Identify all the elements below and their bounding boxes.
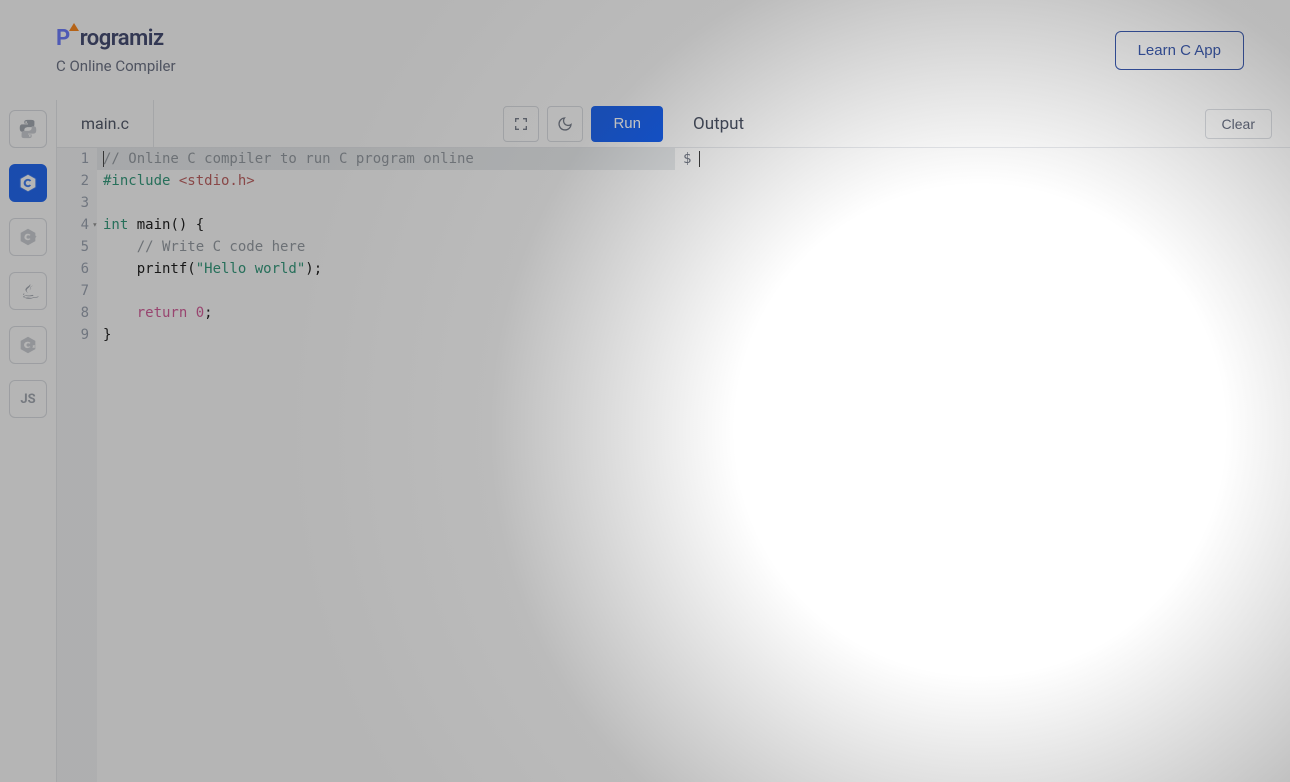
output-panel: Output Clear $: [675, 100, 1290, 782]
line-number: 2: [57, 170, 89, 192]
run-button[interactable]: Run: [591, 106, 663, 142]
line-number: 9: [57, 324, 89, 346]
code-line[interactable]: [103, 280, 675, 302]
line-number: 3: [57, 192, 89, 214]
line-number: 7: [57, 280, 89, 302]
output-cursor: [699, 151, 700, 167]
subtitle: C Online Compiler: [56, 57, 176, 75]
brand-block: Programiz C Online Compiler: [56, 26, 176, 75]
line-number: 1: [57, 148, 89, 170]
output-header: Output Clear: [675, 100, 1290, 148]
code-line[interactable]: printf("Hello world");: [103, 258, 675, 280]
editor-header: main.c Run: [57, 100, 675, 148]
line-number: 8: [57, 302, 89, 324]
language-sidebar: JS: [0, 100, 56, 782]
code-line[interactable]: [103, 192, 675, 214]
moon-icon: [557, 116, 573, 132]
code-line[interactable]: int main() {: [103, 214, 675, 236]
code-area[interactable]: 123456789 // Online C compiler to run C …: [57, 148, 675, 782]
js-icon: JS: [20, 392, 35, 407]
lang-python-button[interactable]: [9, 110, 47, 148]
code-line[interactable]: // Write C code here: [103, 236, 675, 258]
file-tab[interactable]: main.c: [57, 100, 154, 147]
java-icon: [17, 280, 39, 302]
fullscreen-button[interactable]: [503, 106, 539, 142]
code-line[interactable]: #include <stdio.h>: [103, 170, 675, 192]
logo-accent: P: [56, 26, 70, 51]
code-line[interactable]: }: [103, 324, 675, 346]
fullscreen-icon: [513, 116, 529, 132]
header: Programiz C Online Compiler Learn C App: [0, 0, 1290, 100]
cpp-icon: [17, 226, 39, 248]
main: JS main.c Run 123456789 // Online C comp…: [0, 100, 1290, 782]
output-prompt: $: [683, 148, 691, 782]
lang-c-button[interactable]: [9, 164, 47, 202]
line-number: 4: [57, 214, 89, 236]
code-content[interactable]: // Online C compiler to run C program on…: [97, 148, 675, 782]
line-number: 5: [57, 236, 89, 258]
python-icon: [17, 118, 39, 140]
lang-js-button[interactable]: JS: [9, 380, 47, 418]
code-line[interactable]: // Online C compiler to run C program on…: [97, 148, 675, 170]
line-number: 6: [57, 258, 89, 280]
output-body[interactable]: $: [675, 148, 1290, 782]
code-line[interactable]: return 0;: [103, 302, 675, 324]
lang-csharp-button[interactable]: [9, 326, 47, 364]
caret-icon: [69, 23, 79, 31]
c-icon: [17, 172, 39, 194]
logo-text: rogramiz: [80, 26, 164, 51]
clear-button[interactable]: Clear: [1205, 109, 1272, 139]
learn-c-app-button[interactable]: Learn C App: [1115, 31, 1244, 70]
logo[interactable]: Programiz: [56, 26, 176, 51]
editor-panel: main.c Run 123456789 // Online C compile…: [56, 100, 675, 782]
csharp-icon: [17, 334, 39, 356]
editor-tools: Run: [503, 106, 663, 142]
line-gutter: 123456789: [57, 148, 97, 782]
output-title: Output: [693, 114, 744, 134]
theme-toggle-button[interactable]: [547, 106, 583, 142]
lang-cpp-button[interactable]: [9, 218, 47, 256]
lang-java-button[interactable]: [9, 272, 47, 310]
